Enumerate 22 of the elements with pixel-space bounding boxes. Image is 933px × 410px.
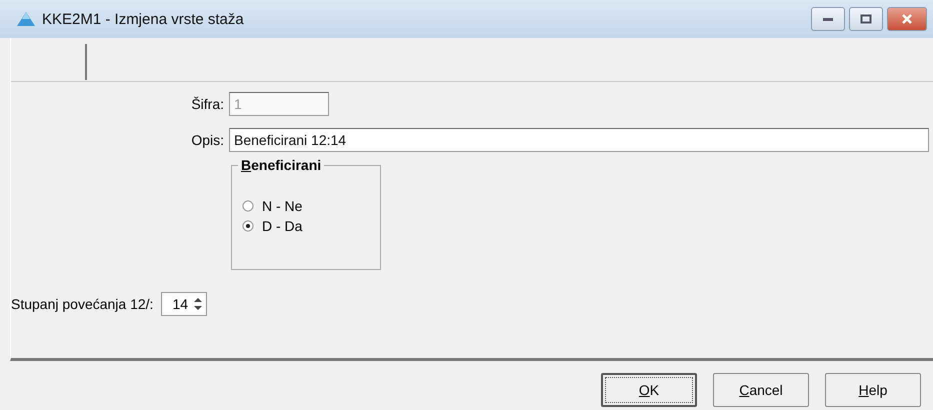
group-title: Beneficirani (238, 157, 324, 173)
dialog-button[interactable]: OK (601, 373, 697, 407)
minimize-icon (822, 16, 834, 22)
field-label: Opis: (190, 132, 225, 148)
window-title: KKE2M1 - Izmjena vrste staža (42, 10, 244, 28)
minimize-button[interactable] (811, 7, 845, 31)
field-label: Stupanj povećanja 12/: (11, 296, 154, 312)
radio-label: D - Da (262, 218, 302, 234)
spin-arrows-icon[interactable] (193, 296, 204, 312)
dialog-button[interactable]: Help (825, 373, 921, 407)
maximize-button[interactable] (849, 7, 883, 31)
app-icon (16, 11, 36, 27)
radio-button[interactable] (242, 200, 254, 212)
radio-button[interactable] (242, 220, 254, 232)
dialog-button[interactable]: Cancel (713, 373, 809, 407)
radio-label: N - Ne (262, 198, 302, 214)
maximize-icon (860, 14, 872, 24)
spin-field[interactable]: 14 (161, 292, 208, 316)
input-field[interactable]: Beneficirani 12:14 (229, 128, 929, 152)
field-label: Šifra: (190, 96, 225, 112)
close-icon (901, 14, 913, 24)
close-button[interactable] (887, 7, 927, 31)
